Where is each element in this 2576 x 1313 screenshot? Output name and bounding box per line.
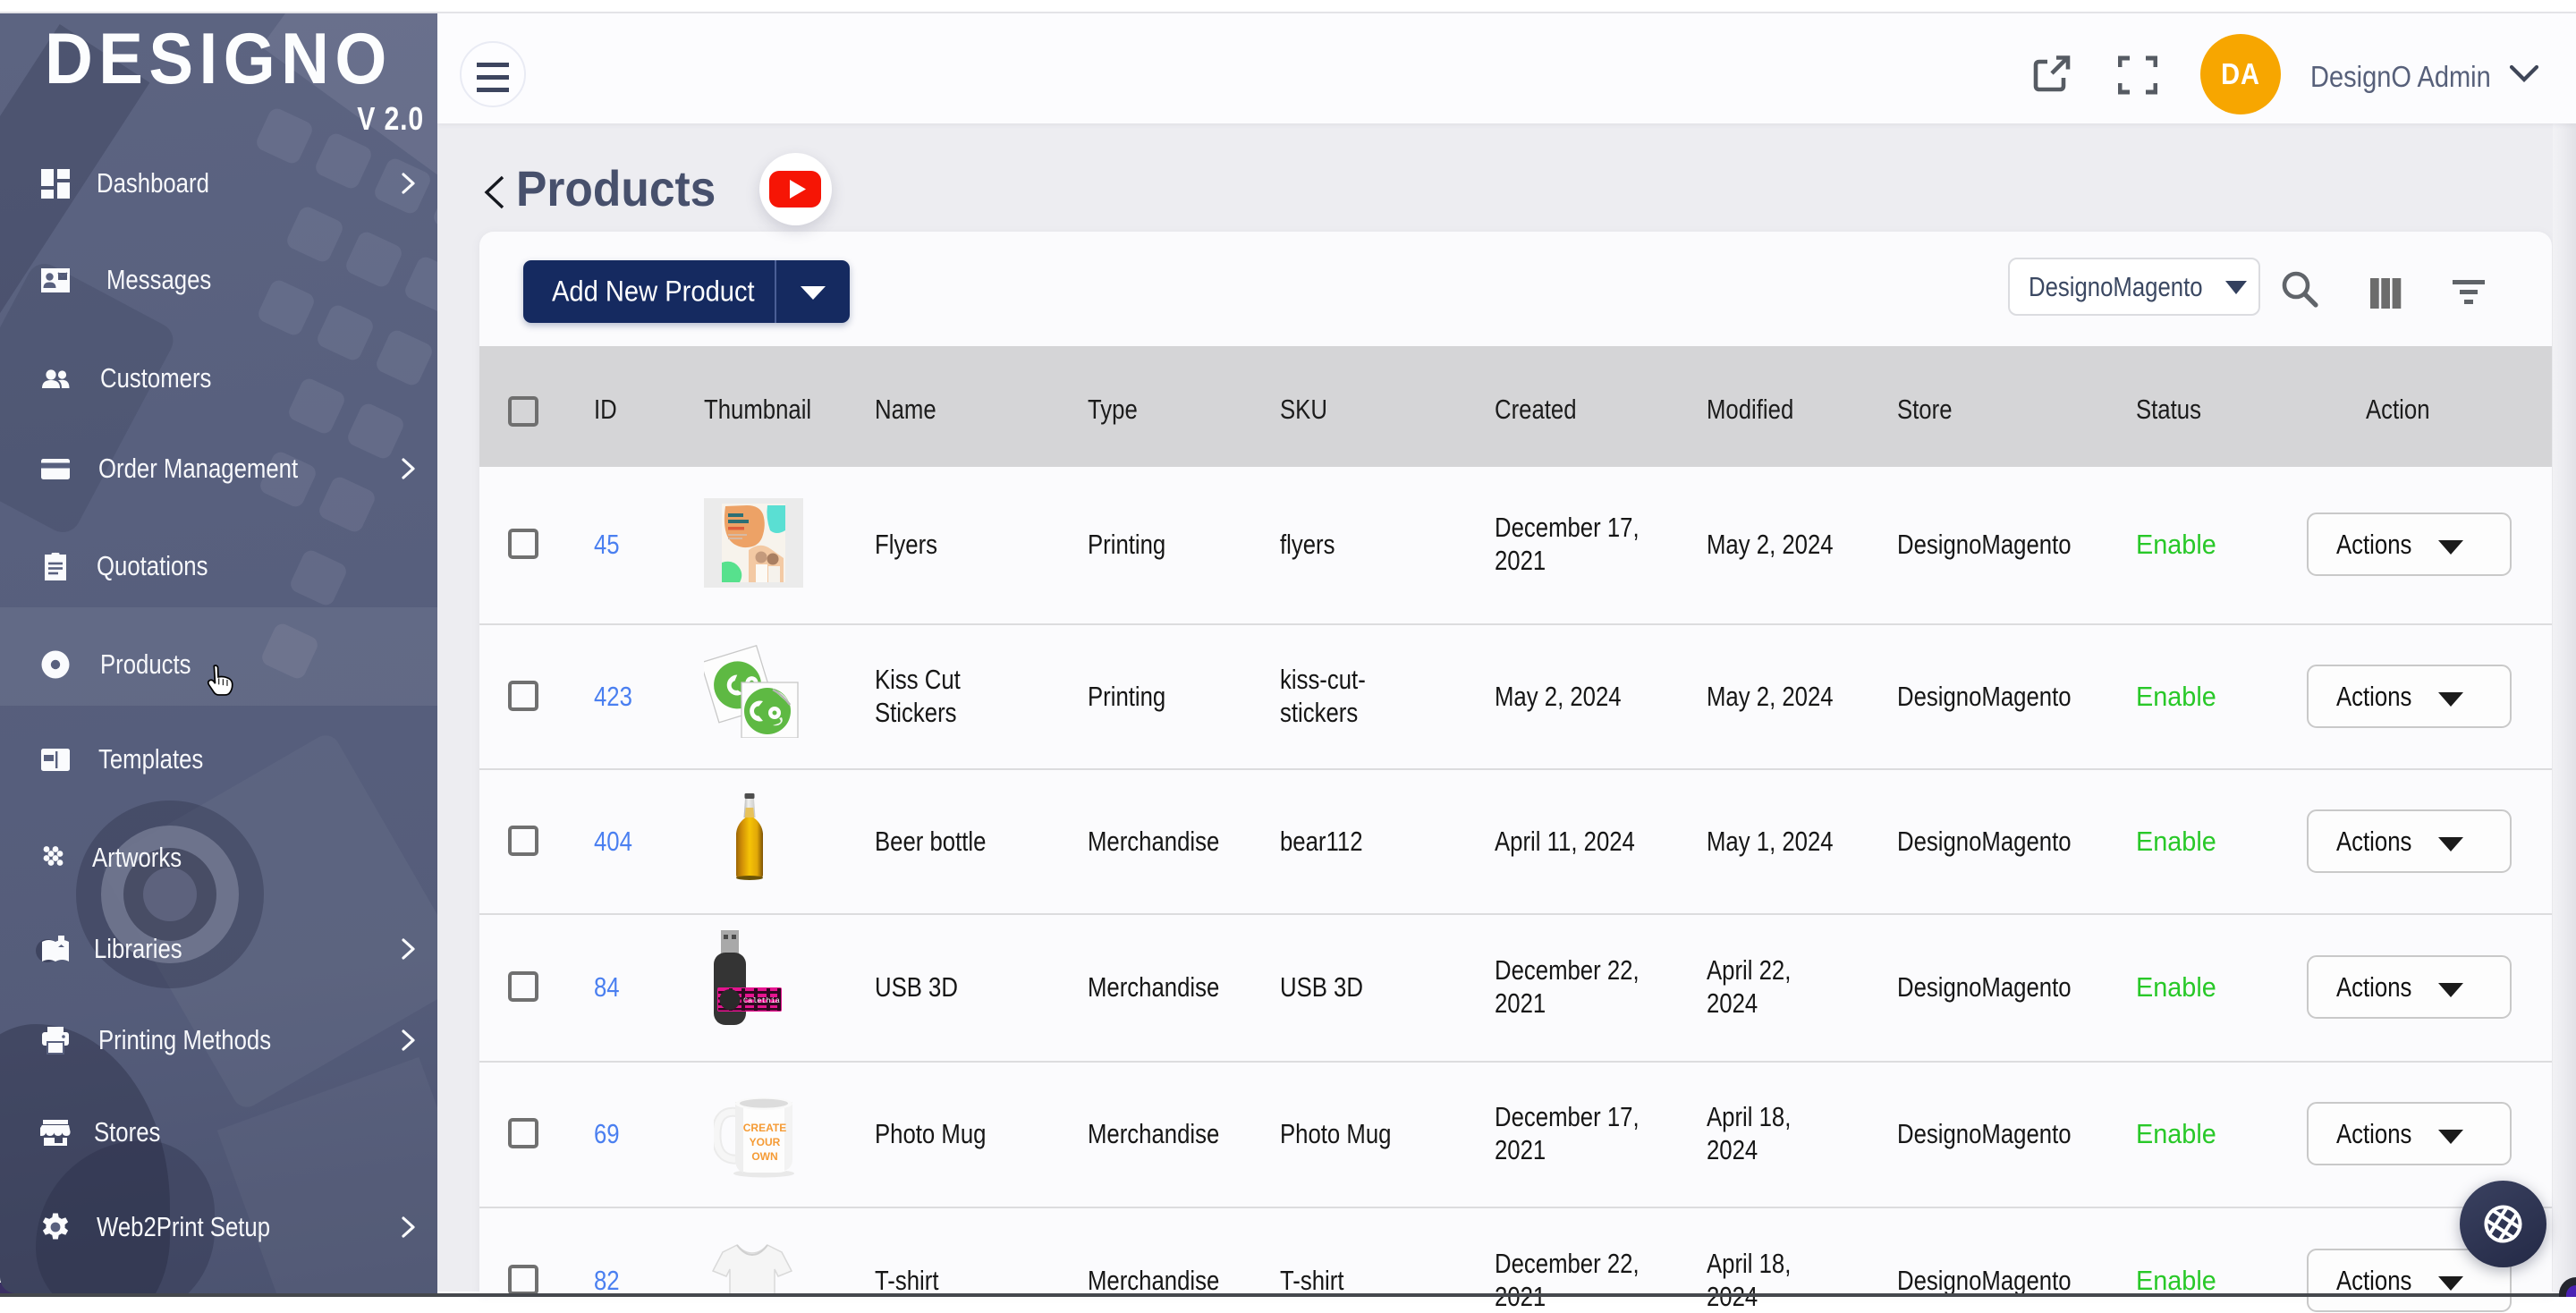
svg-text:YOUR: YOUR bbox=[750, 1136, 781, 1148]
svg-text:OWN: OWN bbox=[751, 1150, 777, 1163]
svg-text:Calethia: Calethia bbox=[743, 996, 780, 1005]
svg-text:CREATE: CREATE bbox=[743, 1122, 786, 1134]
